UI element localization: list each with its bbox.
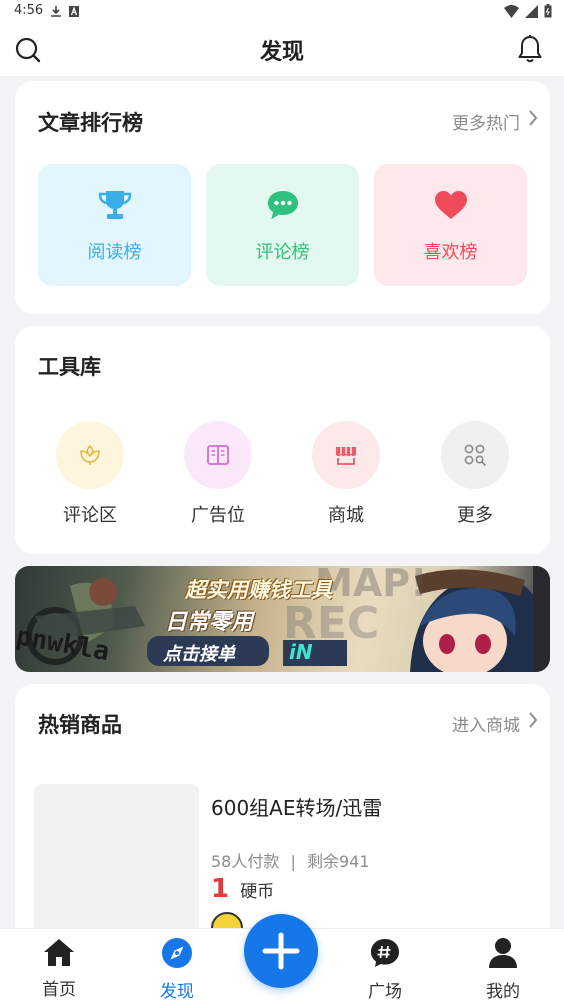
chat-icon [267,191,298,219]
book-icon [207,445,229,465]
rank-like-button[interactable]: 喜欢榜 [374,164,527,286]
bell-icon[interactable] [516,34,544,64]
ranking-title: 文章排行榜 [38,111,143,135]
nav-discover-label: 发现 [160,982,194,1002]
compass-icon [162,938,192,968]
more-hot-label: 更多热门 [452,114,520,134]
download-icon [51,6,61,17]
tool-ads-button[interactable]: 广告位 [168,421,268,527]
hot-title: 热销商品 [38,713,122,737]
signal-icon [525,4,538,18]
product-price: 1 硬币 [211,874,274,904]
rank-read-label: 阅读榜 [87,242,142,263]
nav-me-label: 我的 [486,982,520,1002]
status-bar: 4:56 [0,0,564,24]
stat-divider: | [290,852,296,871]
trophy-icon [98,191,131,219]
nav-home[interactable]: 首页 [19,937,99,1000]
tools-title: 工具库 [38,355,101,379]
page-title: 发现 [259,40,304,65]
hashtag-chat-icon [371,939,399,967]
banner-headline: 超实用赚钱工具 [185,578,332,602]
nav-home-label: 首页 [42,980,76,1000]
tool-more-label: 更多 [457,505,493,526]
top-bar: 发现 [0,24,564,76]
nav-me[interactable]: 我的 [463,937,543,1002]
status-time: 4:56 [14,3,44,18]
notification-a-icon [69,6,79,17]
tool-store-label: 商城 [328,505,364,526]
rank-comment-label: 评论榜 [255,242,310,263]
product-paid: 58人付款 [211,852,280,871]
tool-ads-label: 广告位 [191,505,245,526]
price-value: 1 [211,874,230,904]
product-remaining: 剩余941 [306,852,370,871]
flower-icon [80,445,100,465]
chevron-right-icon [529,712,538,728]
home-icon [44,939,74,966]
banner-tag: iN [289,640,313,664]
promo-banner[interactable]: REC MAP! pnwkla 超实用赚钱工具 日常零用 点击接单 iN [15,566,550,672]
grid-search-icon [464,444,486,466]
product-stats: 58人付款 | 剩余941 [211,848,370,872]
more-hot-link[interactable]: 更多热门 [452,109,538,134]
nav-square-label: 广场 [368,982,402,1002]
battery-icon [544,4,552,18]
user-icon [489,938,517,968]
product-name: 600组AE转场/迅雷 [211,796,383,820]
nav-discover[interactable]: 发现 [137,937,217,1002]
wifi-icon [504,4,519,18]
tool-comments-button[interactable]: 评论区 [40,421,140,527]
heart-icon [434,191,467,219]
tool-more-button[interactable]: 更多 [425,421,525,527]
chevron-right-icon [529,110,538,126]
rank-read-button[interactable]: 阅读榜 [38,164,191,286]
banner-subline: 日常零用 [165,610,254,635]
create-post-button[interactable] [244,914,318,988]
banner-cta[interactable]: 点击接单 [163,640,235,666]
store-icon [336,447,356,465]
rank-like-label: 喜欢榜 [423,242,478,263]
article-ranking-card: 文章排行榜 更多热门 阅读榜 评论榜 喜欢榜 [15,81,550,314]
tool-store-button[interactable]: 商城 [296,421,396,527]
tools-card: 工具库 评论区 广告位 商城 更多 [15,326,550,554]
rank-comment-button[interactable]: 评论榜 [206,164,359,286]
price-unit: 硬币 [240,882,275,902]
plus-icon [262,932,300,970]
tool-comments-label: 评论区 [63,505,117,526]
enter-store-link[interactable]: 进入商城 [452,711,538,736]
nav-square[interactable]: 广场 [345,937,425,1002]
enter-store-label: 进入商城 [452,716,520,736]
